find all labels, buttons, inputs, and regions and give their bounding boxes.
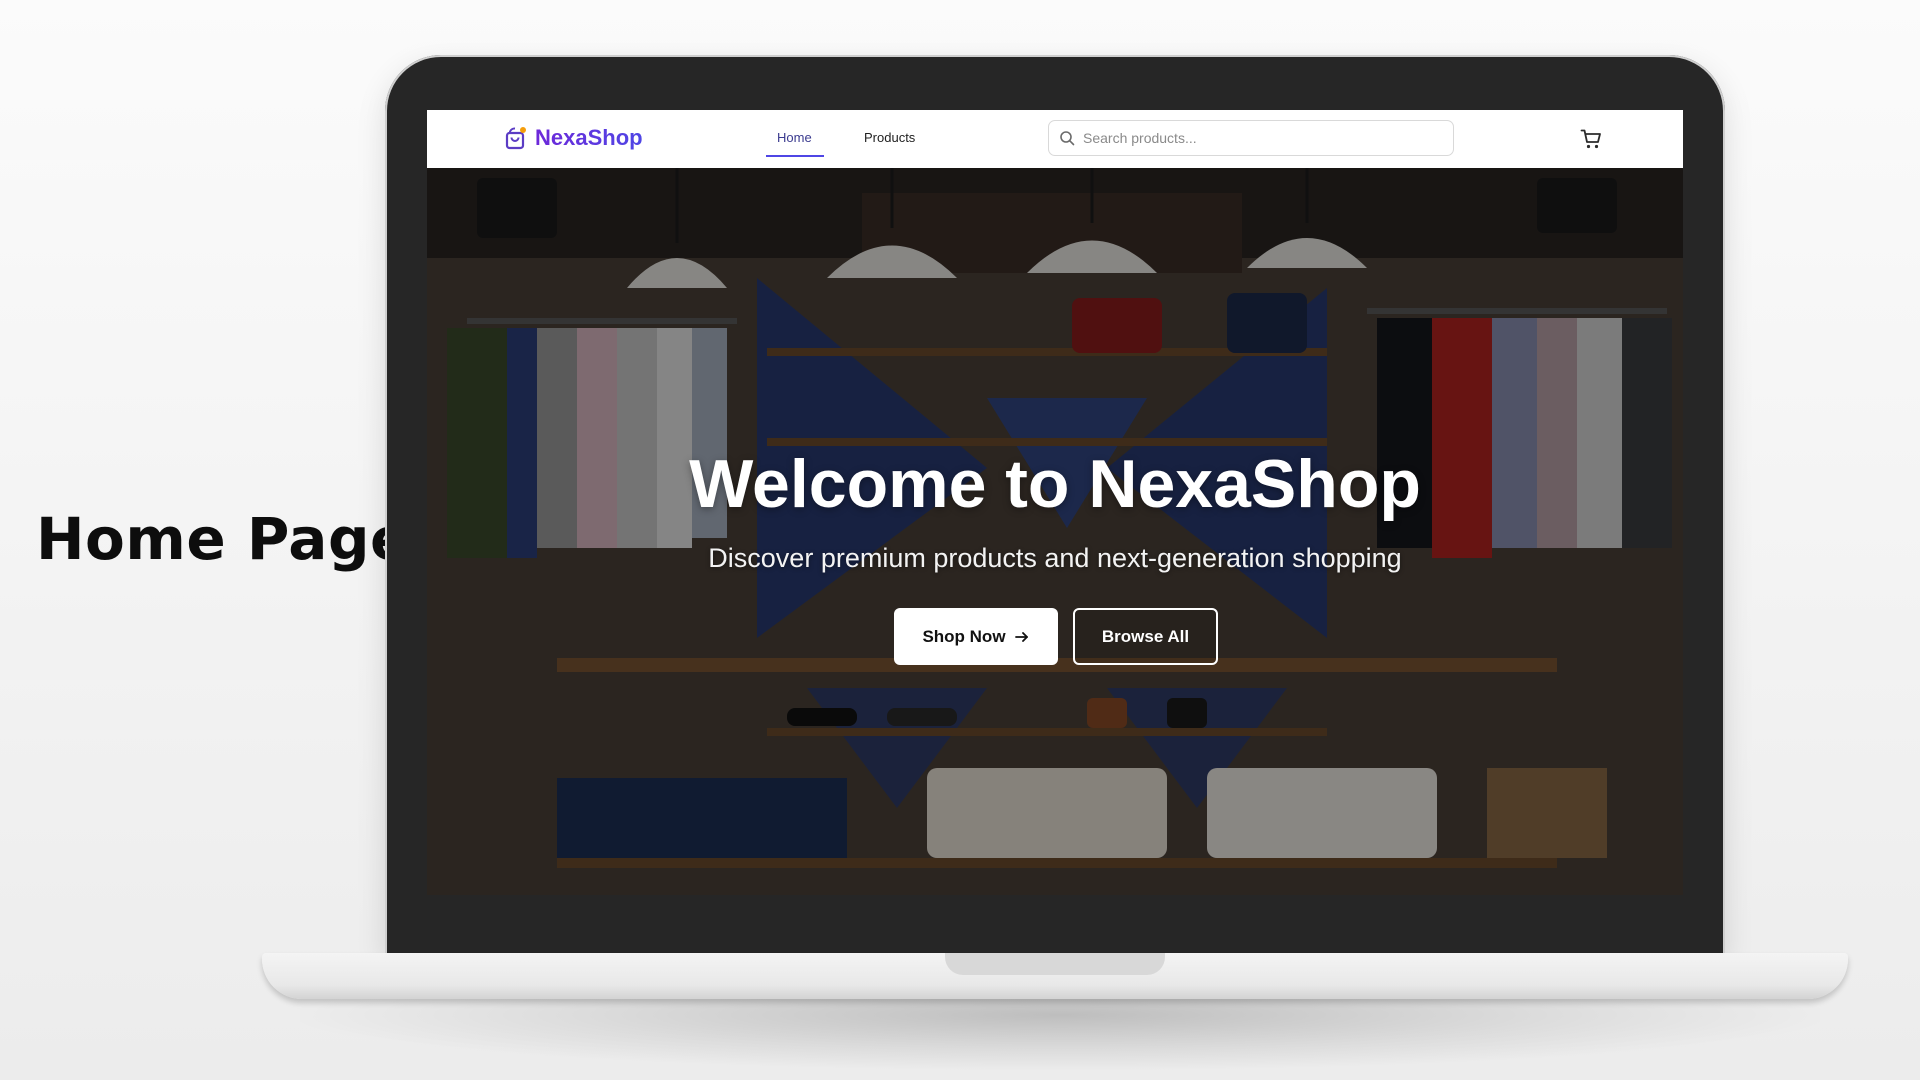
brand-name: NexaShop <box>535 125 643 150</box>
hero-banner: Welcome to NexaShop Discover premium pro… <box>427 168 1683 895</box>
shop-now-label: Shop Now <box>922 626 1006 646</box>
nav-link-home[interactable]: Home <box>777 130 812 145</box>
search-icon <box>1060 131 1075 146</box>
hero-dark-overlay <box>427 168 1683 895</box>
slide-label: Home Page <box>36 505 410 573</box>
browse-all-label: Browse All <box>1101 626 1190 646</box>
hero-subtitle: Discover premium products and next-gener… <box>708 543 1402 573</box>
browse-all-button[interactable]: Browse All <box>1073 608 1218 665</box>
search-input[interactable] <box>1083 130 1443 146</box>
shopping-cart-icon[interactable] <box>1579 127 1603 151</box>
nav-link-products[interactable]: Products <box>864 130 915 145</box>
shopping-bag-icon <box>505 127 526 150</box>
hero-title: Welcome to NexaShop <box>689 446 1421 522</box>
top-navbar: NexaShop Home Products <box>427 110 1683 169</box>
brand-logo[interactable]: NexaShop <box>503 125 643 151</box>
search-bar[interactable] <box>1048 120 1454 156</box>
laptop-screen: NexaShop Home Products Search products..… <box>427 110 1683 895</box>
laptop-notch <box>945 953 1165 975</box>
active-nav-indicator <box>766 155 824 157</box>
arrow-right-icon <box>1014 631 1028 642</box>
shop-now-button[interactable]: Shop Now <box>894 608 1058 665</box>
